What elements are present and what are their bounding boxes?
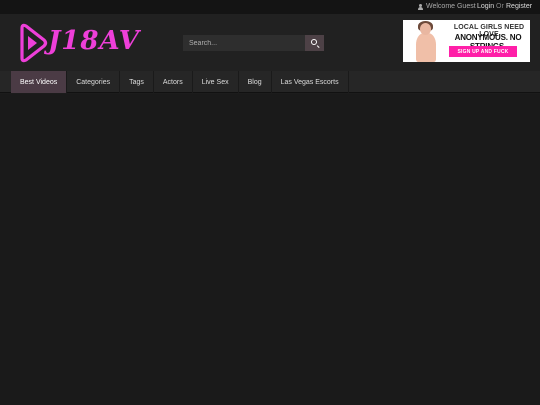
user-icon	[418, 3, 423, 10]
register-link[interactable]: Register	[506, 3, 532, 10]
nav-item-tags[interactable]: Tags	[120, 71, 154, 93]
ad-banner[interactable]: LOCAL GIRLS NEED LOVE ANONYMOUS. NO STRI…	[403, 20, 530, 62]
nav-item-live-sex[interactable]: Live Sex	[193, 71, 239, 93]
nav-item-las-vegas-escorts[interactable]: Las Vegas Escorts	[272, 71, 349, 93]
nav-item-best-videos[interactable]: Best Videos	[11, 71, 68, 93]
or-text: Or	[496, 3, 504, 10]
welcome-text: Welcome Guest	[426, 3, 476, 10]
site-header: J18AV LOCAL GIRLS NEED LOVE ANONYMOUS. N…	[0, 14, 540, 71]
ad-cta-button[interactable]: SIGN UP AND FUCK	[449, 46, 517, 57]
login-link[interactable]: Login	[477, 3, 494, 10]
play-logo-icon	[20, 23, 48, 63]
search-icon	[311, 39, 317, 45]
logo-text: J18AV	[48, 26, 140, 56]
nav-item-blog[interactable]: Blog	[239, 71, 272, 93]
main-content	[0, 94, 540, 405]
nav-item-actors[interactable]: Actors	[154, 71, 193, 93]
nav-item-categories[interactable]: Categories	[67, 71, 121, 93]
ad-model-image	[414, 21, 438, 62]
top-bar: Welcome Guest Login Or Register	[0, 0, 540, 14]
main-nav: Best Videos Categories Tags Actors Live …	[0, 71, 540, 93]
search-input[interactable]	[183, 35, 305, 51]
search-button[interactable]	[305, 35, 324, 51]
search-form	[183, 35, 324, 51]
welcome-message: Welcome Guest	[418, 3, 476, 10]
site-logo[interactable]: J18AV	[18, 22, 139, 64]
